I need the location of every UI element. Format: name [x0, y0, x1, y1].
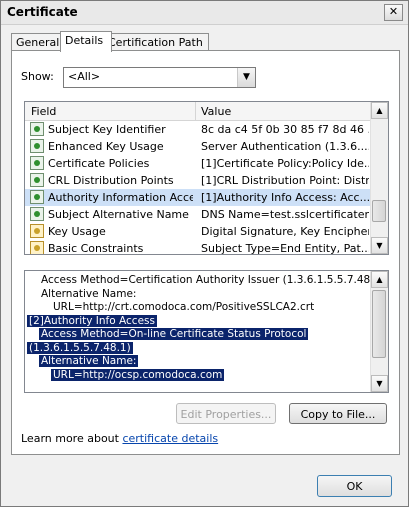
list-row[interactable]: Key Usage Digital Signature, Key Encipher… [25, 223, 371, 240]
row-value: [1]Certificate Policy:Policy Ide... [201, 157, 369, 170]
row-field: Authority Information Access [48, 191, 193, 204]
show-label: Show: [21, 70, 54, 83]
detail-line-text: (1.3.6.1.5.5.7.48.1) [27, 341, 133, 354]
detail-line-text: Alternative Name: [41, 287, 137, 300]
detail-line-text: [2]Authority Info Access [27, 314, 157, 327]
cert-field-icon [30, 139, 44, 153]
icon-mark [34, 245, 40, 251]
cert-field-icon [30, 207, 44, 221]
scroll-up-icon[interactable]: ▲ [371, 271, 388, 288]
certificate-details-link[interactable]: certificate details [122, 432, 218, 445]
detail-scrollbar[interactable]: ▲ ▼ [370, 271, 388, 392]
row-value: 8c da c4 5f 0b 30 85 f7 8d 46 ... [201, 123, 369, 136]
icon-mark [34, 160, 40, 166]
detail-line: URL=http://crt.comodoca.com/PositiveSSLC… [25, 301, 370, 315]
ok-button[interactable]: OK [317, 475, 392, 497]
row-value: Server Authentication (1.3.6.... [201, 140, 369, 153]
cert-field-icon [30, 190, 44, 204]
row-value: [1]CRL Distribution Point: Distr... [201, 174, 369, 187]
list-row[interactable]: CRL Distribution Points [1]CRL Distributi… [25, 172, 371, 189]
cert-field-icon [30, 156, 44, 170]
detail-line-text: Alternative Name: [39, 355, 139, 367]
list-row[interactable]: Authority Information Access [1]Authority… [25, 189, 371, 206]
close-button[interactable]: ✕ [384, 4, 403, 21]
icon-mark [34, 143, 40, 149]
detail-line-text: URL=http://ocsp.comodoca.com [51, 368, 225, 381]
detail-line-text: Access Method=On-line Certificate Status… [39, 328, 309, 340]
list-row[interactable]: Basic Constraints Subject Type=End Entity… [25, 240, 371, 255]
cert-field-icon [30, 122, 44, 136]
tab-details[interactable]: Details [60, 31, 112, 52]
field-rows: Subject Key Identifier 8c da c4 5f 0b 30 … [25, 121, 371, 255]
row-field: Enhanced Key Usage [48, 140, 164, 153]
detail-line: Alternative Name: [25, 355, 370, 369]
scroll-thumb[interactable] [372, 200, 386, 222]
list-row[interactable]: Certificate Policies [1]Certificate Polic… [25, 155, 371, 172]
list-row[interactable]: Enhanced Key Usage Server Authentication … [25, 138, 371, 155]
row-field: Certificate Policies [48, 157, 150, 170]
row-field: Basic Constraints [48, 242, 144, 255]
close-icon: ✕ [388, 5, 399, 18]
edit-properties-button[interactable]: Edit Properties... [176, 403, 276, 424]
cert-field-icon [30, 173, 44, 187]
row-field: Key Usage [48, 225, 106, 238]
row-value: Subject Type=End Entity, Pat... [201, 242, 369, 255]
field-list[interactable]: Field Value Subject Key Identifier 8c da … [24, 101, 389, 255]
row-value: DNS Name=test.sslcertificaten... [201, 208, 369, 221]
field-detail-text[interactable]: Access Method=Certification Authority Is… [25, 274, 384, 383]
row-field: Subject Alternative Name [48, 208, 189, 221]
list-row[interactable]: Subject Key Identifier 8c da c4 5f 0b 30 … [25, 121, 371, 138]
scroll-up-icon[interactable]: ▲ [371, 102, 388, 119]
icon-mark [34, 126, 40, 132]
detail-line: [2]Authority Info Access [25, 314, 370, 329]
title-bar: Certificate ✕ [1, 1, 408, 25]
row-value: [1]Authority Info Access: Acc... [201, 191, 369, 204]
scroll-thumb[interactable] [372, 290, 386, 358]
detail-line: Access Method=Certification Authority Is… [25, 274, 384, 288]
row-field: CRL Distribution Points [48, 174, 174, 187]
scroll-down-icon[interactable]: ▼ [371, 375, 388, 392]
column-header-value[interactable]: Value [201, 105, 231, 118]
details-panel: Show: <All> ▼ Field Value Subject Key Id… [11, 50, 400, 455]
detail-line: URL=http://ocsp.comodoca.com [25, 368, 370, 383]
column-header-field[interactable]: Field [31, 105, 56, 118]
list-row[interactable]: Subject Alternative Name DNS Name=test.ss… [25, 206, 371, 223]
field-list-scrollbar[interactable]: ▲ ▼ [370, 102, 388, 254]
list-header: Field Value [25, 102, 371, 121]
show-dropdown[interactable]: <All> ▼ [63, 67, 256, 88]
detail-line: Access Method=On-line Certificate Status… [25, 328, 370, 342]
certificate-dialog: Certificate ✕ General Details Certificat… [0, 0, 409, 507]
cert-warning-icon [30, 224, 44, 238]
copy-to-file-button[interactable]: Copy to File... [289, 403, 387, 424]
row-value: Digital Signature, Key Encipher... [201, 225, 369, 238]
detail-line-text: Access Method=Certification Authority Is… [41, 274, 385, 286]
learn-more-prefix: Learn more about [21, 432, 123, 445]
icon-mark [34, 211, 40, 217]
tab-certification-path[interactable]: Certification Path [103, 33, 209, 51]
learn-more-text: Learn more about certificate details [21, 432, 218, 445]
icon-mark [34, 228, 40, 234]
field-detail-box[interactable]: Access Method=Certification Authority Is… [24, 270, 389, 393]
chevron-down-icon[interactable]: ▼ [237, 68, 255, 87]
icon-mark [34, 177, 40, 183]
detail-line: Alternative Name: [25, 288, 370, 302]
row-field: Subject Key Identifier [48, 123, 166, 136]
cert-warning-icon [30, 241, 44, 254]
window-title: Certificate [7, 5, 78, 19]
show-dropdown-value: <All> [68, 70, 101, 83]
detail-line: (1.3.6.1.5.5.7.48.1) [25, 341, 370, 356]
scroll-down-icon[interactable]: ▼ [371, 237, 388, 254]
detail-line-text: URL=http://crt.comodoca.com/PositiveSSLC… [53, 301, 315, 313]
column-divider[interactable] [195, 102, 196, 120]
tab-general[interactable]: General [11, 33, 62, 51]
icon-mark [34, 194, 40, 200]
